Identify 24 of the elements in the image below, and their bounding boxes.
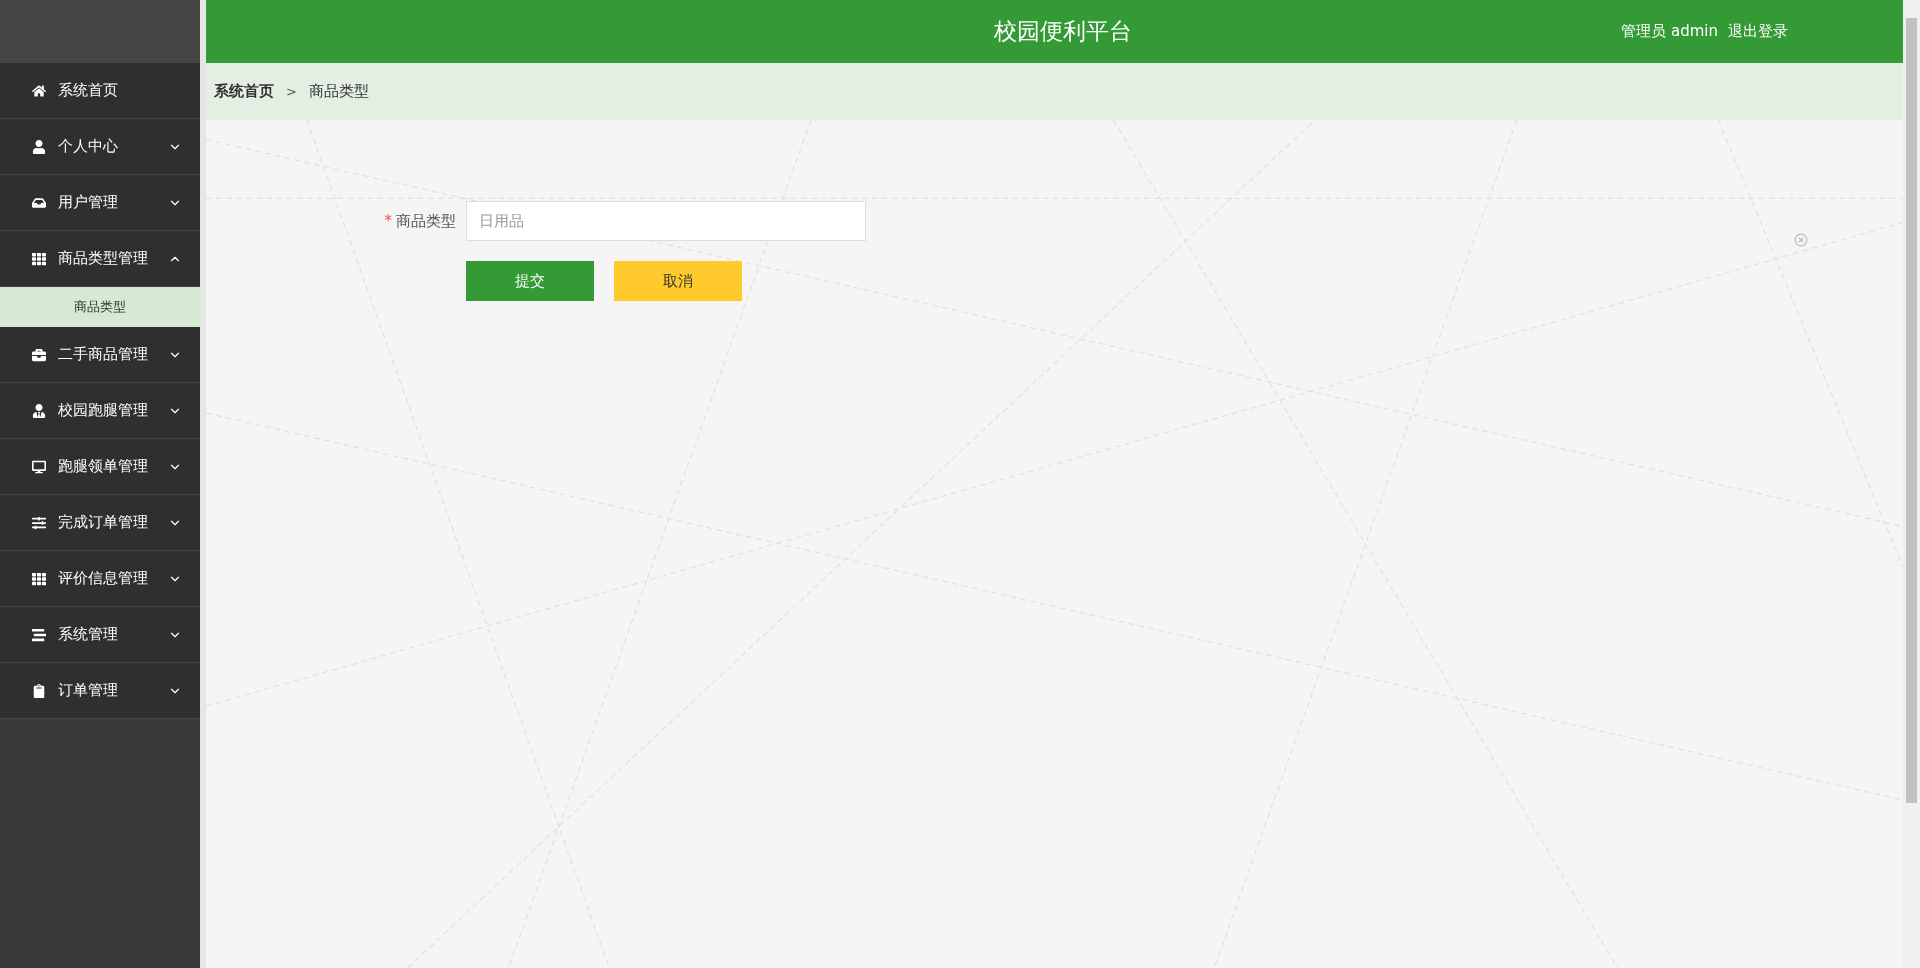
home-icon (32, 83, 46, 98)
monitor-icon (32, 459, 46, 474)
logout-link[interactable]: 退出登录 (1728, 22, 1788, 41)
breadcrumb-item: 商品类型 (308, 82, 369, 101)
briefcase-icon (32, 347, 46, 362)
sidebar-submenu-item[interactable]: 商品类型 (0, 287, 200, 327)
user-icon (32, 139, 46, 154)
app-title: 校园便利平台 (994, 17, 1132, 46)
submit-button[interactable]: 提交 (466, 261, 594, 301)
grid-icon (32, 251, 46, 266)
input-field[interactable]: 日用品 (466, 201, 866, 241)
person-icon (32, 403, 46, 418)
scrollbar[interactable] (1903, 0, 1920, 968)
list-icon (32, 627, 46, 642)
field-label: * 商品类型 (383, 211, 456, 231)
clipboard-icon (32, 683, 46, 698)
sliders-icon (32, 515, 46, 530)
inbox-icon (32, 195, 46, 210)
cancel-button[interactable]: 取消 (614, 261, 742, 301)
breadcrumb-item[interactable]: 系统首页 (214, 82, 274, 101)
close-circle-icon (1794, 233, 1808, 247)
breadcrumb-separator: > (286, 84, 297, 99)
user-label: 管理员 admin (1621, 22, 1718, 41)
grid-icon (32, 571, 46, 586)
